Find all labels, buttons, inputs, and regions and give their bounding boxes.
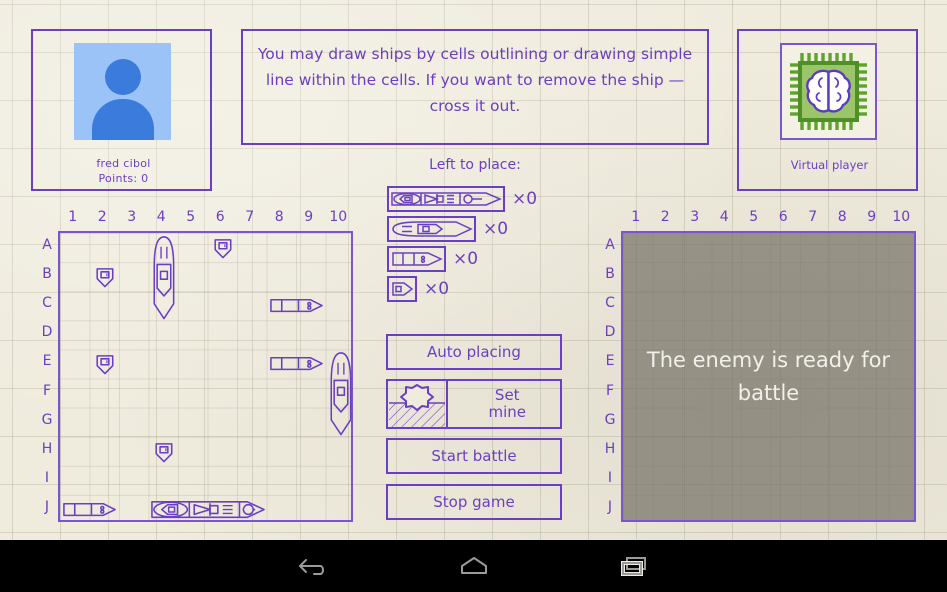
column-label: 2 [97,209,107,225]
column-label: 6 [215,209,225,225]
row-label: E [42,353,52,370]
player-board-row-labels: ABCDEFGHIJ [36,231,58,522]
submarine-glyph [392,282,414,296]
row-label: H [41,440,53,457]
player-grid-lines [60,233,351,520]
row-label: F [605,382,615,399]
home-glyph [461,557,487,574]
stop-game-button[interactable]: Stop game [386,484,562,520]
row-label: F [42,382,52,399]
battleship-glyph [391,192,502,206]
ship-icon-submarine [387,276,417,302]
recents-glyph [621,557,646,576]
instructions-box: You may draw ships by cells outlining or… [241,29,709,145]
row-label: B [42,266,52,283]
enemy-status-overlay: The enemy is ready for battle [623,233,914,520]
column-label: 8 [837,209,847,225]
row-label: A [605,237,615,253]
column-label: 6 [778,209,788,225]
row-label: A [42,237,52,253]
column-label: 2 [660,209,670,225]
column-label: 10 [329,209,348,225]
back-icon[interactable] [254,540,374,592]
ship-count-cruiser: ×0 [483,219,509,239]
android-navbar [0,540,947,592]
ship-stock-row-cruiser[interactable]: ×0 [387,216,508,242]
brain-chip-svg [790,53,867,130]
column-label: 5 [749,209,759,225]
row-label: J [44,498,50,515]
recents-icon[interactable] [575,540,695,592]
destroyer-glyph [392,252,443,266]
ship-count-submarine: ×0 [424,279,450,299]
column-label: 9 [867,209,877,225]
column-label: 3 [127,209,137,225]
player-info-panel: fred cibol Points: 0 [31,29,212,191]
ai-brain-chip-icon [780,43,877,140]
row-label: C [605,295,615,312]
ship-stock-row-battleship[interactable]: ×0 [387,186,537,212]
row-label: J [607,498,613,515]
ship-stock-row-submarine[interactable]: ×0 [387,276,449,302]
person-avatar-icon [74,43,171,140]
ship-count-battleship: ×0 [512,189,538,209]
auto-placing-button[interactable]: Auto placing [386,334,562,370]
left-to-place-title: Left to place: [429,157,521,173]
home-icon[interactable] [414,540,534,592]
row-label: E [605,353,615,370]
column-label: 8 [274,209,284,225]
column-label: 1 [68,209,78,225]
enemy-board-grid[interactable]: The enemy is ready for battle [621,231,916,522]
set-mine-label-line1: Set [494,386,520,404]
game-screen: fred cibol Points: 0 You may draw ships … [0,0,947,592]
set-mine-button[interactable]: Set mine [386,379,562,429]
column-label: 3 [690,209,700,225]
row-label: G [41,411,53,428]
row-label: D [604,324,616,341]
row-label: B [605,266,615,283]
set-mine-label: Set mine [488,387,526,421]
enemy-board-row-labels: ABCDEFGHIJ [599,231,621,522]
row-label: G [604,411,616,428]
player-points: Points: 0 [98,172,149,185]
player-name: fred cibol [96,157,151,170]
row-label: H [604,440,616,457]
mine-glyph [389,384,445,427]
ship-icon-battleship [387,186,505,212]
column-label: 1 [631,209,641,225]
column-label: 7 [808,209,818,225]
instructions-text: You may draw ships by cells outlining or… [257,45,693,115]
ship-icon-destroyer [387,246,446,272]
ship-count-destroyer: ×0 [453,249,479,269]
row-label: I [607,469,613,486]
enemy-name: Virtual player [790,158,869,172]
column-label: 4 [719,209,729,225]
row-label: D [41,324,53,341]
mine-icon [386,379,448,429]
ship-icon-cruiser [387,216,476,242]
enemy-status-text: The enemy is ready for battle [646,347,891,405]
enemy-board-column-labels: 1 2 3 4 5 6 7 8 9 10 [621,209,916,231]
avatar-head [104,59,141,95]
column-label: 7 [245,209,255,225]
back-arrow-glyph [299,559,324,575]
player-board-column-labels: 1 2 3 4 5 6 7 8 9 10 [58,209,353,231]
set-mine-label-line2: mine [488,403,526,421]
start-battle-button[interactable]: Start battle [386,438,562,474]
row-label: C [42,295,52,312]
player-board-grid[interactable] [58,231,353,522]
cruiser-glyph [392,221,473,237]
ship-stock-row-destroyer[interactable]: ×0 [387,246,478,272]
avatar-body [91,99,154,140]
enemy-info-panel: Virtual player [737,29,918,191]
row-label: I [44,469,50,486]
column-label: 9 [304,209,314,225]
column-label: 5 [186,209,196,225]
column-label: 10 [892,209,911,225]
column-label: 4 [156,209,166,225]
